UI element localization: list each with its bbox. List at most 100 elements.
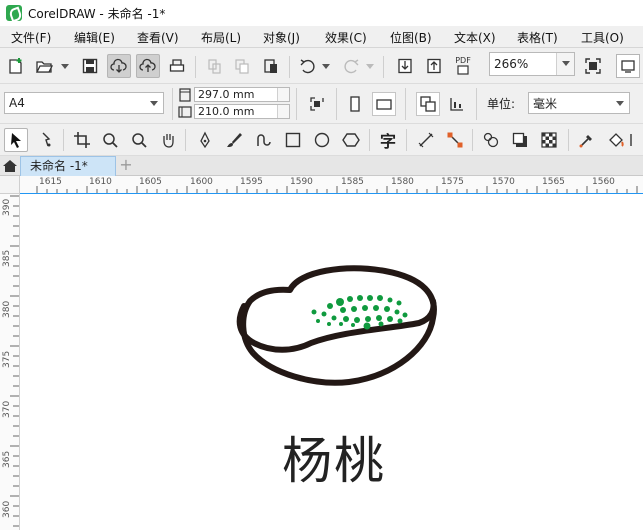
seed-dot	[387, 316, 393, 322]
page-width-field[interactable]: 210.0 mm	[194, 104, 290, 119]
fill-tool-icon[interactable]	[604, 128, 628, 152]
seed-dot	[363, 322, 371, 330]
print-icon[interactable]	[165, 54, 189, 78]
copy-icon[interactable]	[230, 54, 254, 78]
all-pages-icon[interactable]	[416, 92, 440, 116]
seed-dot	[387, 297, 393, 303]
seed-dot	[365, 316, 371, 322]
pen-tool-icon[interactable]	[193, 128, 217, 152]
menu-object[interactable]: 对象(J)	[263, 29, 300, 46]
redo-icon[interactable]	[339, 54, 363, 78]
open-dropdown-icon[interactable]	[61, 64, 69, 69]
vruler-label: 380	[2, 300, 12, 318]
drawing-canvas[interactable]: 杨桃	[20, 194, 643, 530]
vertical-ruler[interactable]: 390 385 380 375 370 365 360	[0, 194, 20, 530]
undo-icon[interactable]	[296, 54, 320, 78]
rectangle-tool-icon[interactable]	[281, 128, 305, 152]
landscape-icon[interactable]	[372, 92, 396, 116]
page-width-icon	[178, 106, 192, 118]
seed-dot	[347, 296, 353, 302]
hruler-label: 1600	[190, 177, 213, 187]
seed-dot	[321, 311, 327, 317]
save-icon[interactable]	[78, 54, 102, 78]
page-size-combo[interactable]: A4	[4, 92, 164, 114]
page-width-stepper[interactable]	[277, 105, 289, 118]
canvas-caption-text[interactable]: 杨桃	[282, 421, 386, 493]
export-icon[interactable]	[422, 54, 446, 78]
document-tab-bar: 未命名 -1* +	[0, 156, 643, 176]
starfruit-illustration[interactable]	[233, 265, 439, 395]
open-folder-icon[interactable]	[32, 54, 56, 78]
tab-document-label: 未命名 -1*	[30, 159, 88, 173]
menu-tools[interactable]: 工具(O)	[581, 29, 624, 46]
menu-bar: 文件(F) 编辑(E) 查看(V) 布局(L) 对象(J) 效果(C) 位图(B…	[0, 26, 643, 48]
page-height-icon	[179, 88, 191, 102]
seed-dot	[327, 322, 331, 326]
drop-shadow-icon[interactable]	[508, 128, 532, 152]
redo-dropdown-icon[interactable]	[366, 64, 374, 69]
ellipse-tool-icon[interactable]	[310, 128, 334, 152]
seed-dot	[327, 303, 333, 309]
vruler-label: 390	[2, 198, 12, 216]
page-height-value: 297.0 mm	[198, 88, 255, 101]
paste-icon[interactable]	[259, 54, 283, 78]
text-tool-icon[interactable]: 字	[376, 128, 400, 152]
dimension-tool-icon[interactable]	[414, 128, 438, 152]
artistic-media-icon[interactable]	[222, 128, 246, 152]
zoom-tool-icon[interactable]	[98, 128, 122, 152]
curve-tool-icon[interactable]	[251, 128, 275, 152]
menu-edit[interactable]: 编辑(E)	[74, 29, 115, 46]
cloud-upload-icon[interactable]	[136, 54, 160, 78]
menu-effects[interactable]: 效果(C)	[325, 29, 367, 46]
units-value: 毫米	[533, 96, 558, 111]
zoom-dropdown-icon[interactable]	[556, 53, 574, 75]
tools-overflow-icon[interactable]	[629, 128, 643, 152]
full-screen-icon[interactable]	[581, 54, 605, 78]
connector-tool-icon[interactable]	[443, 128, 467, 152]
portrait-icon[interactable]	[343, 92, 367, 116]
seed-dot	[354, 317, 360, 323]
pick-tool-icon[interactable]	[4, 128, 28, 152]
add-tab-button[interactable]: +	[119, 157, 133, 173]
seed-dot	[351, 323, 355, 327]
tab-document[interactable]: 未命名 -1*	[20, 156, 116, 176]
options-icon[interactable]	[616, 54, 640, 78]
menu-text[interactable]: 文本(X)	[454, 29, 496, 46]
seed-dot	[397, 318, 403, 324]
menu-table[interactable]: 表格(T)	[517, 29, 558, 46]
new-document-icon[interactable]	[4, 54, 28, 78]
shape-tool-icon[interactable]	[34, 128, 58, 152]
page-settings-icon[interactable]	[305, 92, 329, 116]
ruler-corner[interactable]	[0, 176, 20, 194]
import-icon[interactable]	[393, 54, 417, 78]
publish-pdf-icon[interactable]: PDF	[451, 54, 475, 78]
home-icon[interactable]	[2, 158, 18, 174]
eyedropper-icon[interactable]	[575, 128, 599, 152]
undo-dropdown-icon[interactable]	[322, 64, 330, 69]
units-label: 单位:	[487, 97, 516, 111]
horizontal-ruler[interactable]: 1615 1610 1605 1600 1595 1590 1585 1580 …	[20, 176, 643, 194]
units-dropdown-icon[interactable]	[611, 93, 629, 113]
zoom-out-tool-icon[interactable]	[127, 128, 151, 152]
blend-tool-icon[interactable]	[479, 128, 503, 152]
menu-file[interactable]: 文件(F)	[11, 29, 51, 46]
cut-icon[interactable]	[202, 54, 226, 78]
zoom-combo[interactable]: 266%	[489, 52, 575, 76]
page-size-dropdown-icon[interactable]	[145, 93, 163, 113]
page-height-stepper[interactable]	[277, 88, 289, 101]
menu-bitmap[interactable]: 位图(B)	[390, 29, 432, 46]
page-height-field[interactable]: 297.0 mm	[194, 87, 290, 102]
current-page-icon[interactable]	[445, 92, 469, 116]
vruler-label: 385	[2, 249, 12, 267]
menu-view[interactable]: 查看(V)	[137, 29, 179, 46]
cloud-download-icon[interactable]	[107, 54, 131, 78]
units-combo[interactable]: 毫米	[528, 92, 630, 114]
pan-tool-icon[interactable]	[156, 128, 180, 152]
polygon-tool-icon[interactable]	[339, 128, 363, 152]
crop-tool-icon[interactable]	[70, 128, 94, 152]
seed-dot	[394, 309, 400, 315]
hruler-label: 1570	[492, 177, 515, 187]
property-bar: A4 297.0 mm 210.0 mm 单位: 毫米	[0, 84, 643, 124]
menu-layout[interactable]: 布局(L)	[201, 29, 241, 46]
transparency-icon[interactable]	[537, 128, 561, 152]
